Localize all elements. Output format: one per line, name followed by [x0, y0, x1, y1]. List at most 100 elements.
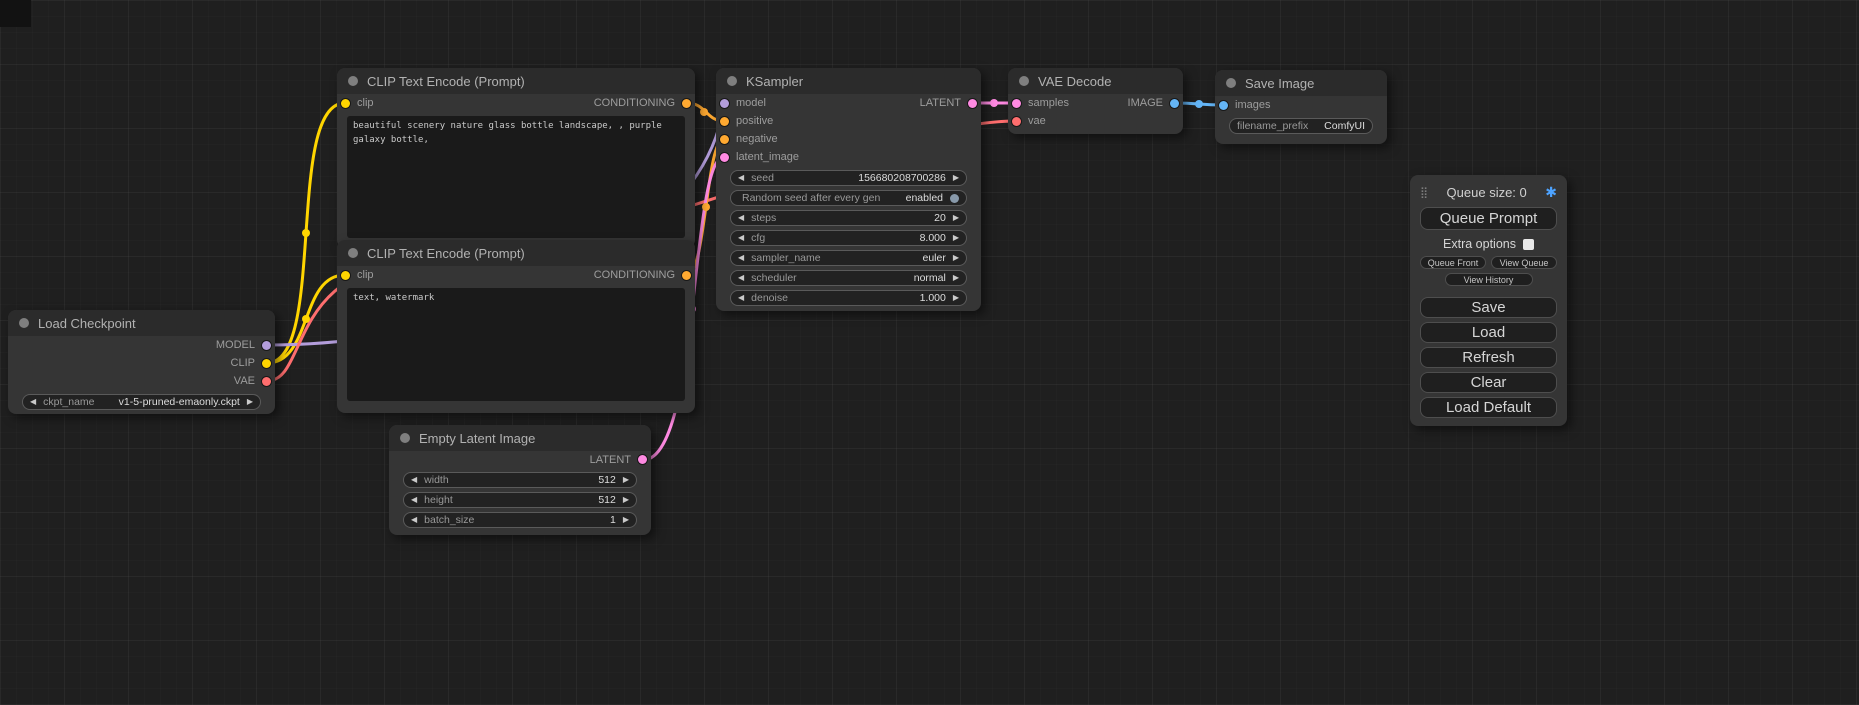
node-titlebar[interactable]: Save Image	[1215, 70, 1387, 96]
decrement-arrow-icon[interactable]: ◀	[411, 476, 417, 484]
decrement-arrow-icon[interactable]: ◀	[738, 234, 744, 242]
decrement-arrow-icon[interactable]: ◀	[738, 174, 744, 182]
collapse-dot-icon[interactable]	[348, 248, 358, 258]
decrement-arrow-icon[interactable]: ◀	[411, 516, 417, 524]
decrement-arrow-icon[interactable]: ◀	[738, 274, 744, 282]
increment-arrow-icon[interactable]: ▶	[623, 496, 629, 504]
negative-input-port[interactable]	[720, 135, 729, 144]
image-output-port[interactable]	[1170, 99, 1179, 108]
negative-prompt-textarea[interactable]: text, watermark	[347, 288, 685, 401]
node-ksampler[interactable]: KSampler model LATENT positive	[716, 68, 981, 311]
ckpt-name-widget[interactable]: ◀ ckpt_name v1-5-pruned-emaonly.ckpt ▶	[22, 394, 261, 410]
increment-arrow-icon[interactable]: ▶	[623, 476, 629, 484]
width-widget[interactable]: ◀ width 512 ▶	[403, 472, 637, 488]
positive-prompt-textarea[interactable]: beautiful scenery nature glass bottle la…	[347, 116, 685, 238]
extra-options-label: Extra options	[1443, 237, 1516, 251]
node-load-checkpoint[interactable]: Load Checkpoint MODEL CLIP VAE	[8, 310, 275, 414]
height-widget[interactable]: ◀ height 512 ▶	[403, 492, 637, 508]
output-label-latent: LATENT	[920, 97, 961, 109]
decrement-arrow-icon[interactable]: ◀	[411, 496, 417, 504]
model-input-port[interactable]	[720, 99, 729, 108]
decrement-arrow-icon[interactable]: ◀	[738, 294, 744, 302]
queue-prompt-button[interactable]: Queue Prompt	[1420, 207, 1557, 230]
node-clip-text-encode-positive[interactable]: CLIP Text Encode (Prompt) clip CONDITION…	[337, 68, 695, 248]
cfg-widget[interactable]: ◀ cfg 8.000 ▶	[730, 230, 967, 246]
view-queue-button[interactable]: View Queue	[1491, 256, 1557, 269]
collapse-dot-icon[interactable]	[19, 318, 29, 328]
positive-input-port[interactable]	[720, 117, 729, 126]
model-output-port[interactable]	[262, 341, 271, 350]
comfy-menu-panel[interactable]: ⣿ Queue size: 0 ✱ Queue Prompt Extra opt…	[1410, 175, 1567, 426]
conditioning-output-port[interactable]	[682, 99, 691, 108]
node-titlebar[interactable]: Load Checkpoint	[8, 310, 275, 336]
output-label-model: MODEL	[216, 339, 255, 351]
queue-size-label: Queue size: 0	[1428, 185, 1545, 200]
sampler-name-widget[interactable]: ◀ sampler_name euler ▶	[730, 250, 967, 266]
node-title: KSampler	[746, 74, 803, 89]
decrement-arrow-icon[interactable]: ◀	[30, 398, 36, 406]
node-titlebar[interactable]: VAE Decode	[1008, 68, 1183, 94]
output-label-conditioning: CONDITIONING	[594, 269, 675, 281]
latent-output-port[interactable]	[968, 99, 977, 108]
node-clip-text-encode-negative[interactable]: CLIP Text Encode (Prompt) clip CONDITION…	[337, 240, 695, 413]
clip-output-port[interactable]	[262, 359, 271, 368]
collapse-dot-icon[interactable]	[348, 76, 358, 86]
node-empty-latent-image[interactable]: Empty Latent Image LATENT ◀ width 512 ▶ …	[389, 425, 651, 535]
collapse-dot-icon[interactable]	[727, 76, 737, 86]
output-label-latent: LATENT	[590, 454, 631, 466]
node-titlebar[interactable]: CLIP Text Encode (Prompt)	[337, 240, 695, 266]
node-title: CLIP Text Encode (Prompt)	[367, 246, 525, 261]
latent-output-port[interactable]	[638, 455, 647, 464]
input-label-negative: negative	[736, 133, 778, 145]
increment-arrow-icon[interactable]: ▶	[623, 516, 629, 524]
settings-gear-icon[interactable]: ✱	[1545, 184, 1557, 201]
node-titlebar[interactable]: CLIP Text Encode (Prompt)	[337, 68, 695, 94]
vae-output-port[interactable]	[262, 377, 271, 386]
increment-arrow-icon[interactable]: ▶	[953, 234, 959, 242]
clip-input-port[interactable]	[341, 99, 350, 108]
node-save-image[interactable]: Save Image images filename_prefix ComfyU…	[1215, 70, 1387, 144]
images-input-port[interactable]	[1219, 101, 1228, 110]
node-vae-decode[interactable]: VAE Decode samples IMAGE vae	[1008, 68, 1183, 134]
save-button[interactable]: Save	[1420, 297, 1557, 318]
clip-input-port[interactable]	[341, 271, 350, 280]
output-label-clip: CLIP	[231, 357, 255, 369]
denoise-widget[interactable]: ◀ denoise 1.000 ▶	[730, 290, 967, 306]
increment-arrow-icon[interactable]: ▶	[953, 254, 959, 262]
collapse-dot-icon[interactable]	[1226, 78, 1236, 88]
seed-widget[interactable]: ◀ seed 156680208700286 ▶	[730, 170, 967, 186]
vae-input-port[interactable]	[1012, 117, 1021, 126]
node-title: Empty Latent Image	[419, 431, 535, 446]
load-button[interactable]: Load	[1420, 322, 1557, 343]
increment-arrow-icon[interactable]: ▶	[953, 274, 959, 282]
decrement-arrow-icon[interactable]: ◀	[738, 254, 744, 262]
extra-options-checkbox[interactable]	[1523, 239, 1534, 250]
increment-arrow-icon[interactable]: ▶	[247, 398, 253, 406]
increment-arrow-icon[interactable]: ▶	[953, 294, 959, 302]
refresh-button[interactable]: Refresh	[1420, 347, 1557, 368]
random-seed-toggle[interactable]: Random seed after every gen enabled	[730, 190, 967, 206]
node-title: VAE Decode	[1038, 74, 1111, 89]
collapse-dot-icon[interactable]	[400, 433, 410, 443]
node-titlebar[interactable]: KSampler	[716, 68, 981, 94]
scheduler-widget[interactable]: ◀ scheduler normal ▶	[730, 270, 967, 286]
samples-input-port[interactable]	[1012, 99, 1021, 108]
load-default-button[interactable]: Load Default	[1420, 397, 1557, 418]
increment-arrow-icon[interactable]: ▶	[953, 174, 959, 182]
collapse-dot-icon[interactable]	[1019, 76, 1029, 86]
filename-prefix-widget[interactable]: filename_prefix ComfyUI	[1229, 118, 1373, 134]
queue-front-button[interactable]: Queue Front	[1420, 256, 1486, 269]
input-label-model: model	[736, 97, 766, 109]
latent-image-input-port[interactable]	[720, 153, 729, 162]
batch-size-widget[interactable]: ◀ batch_size 1 ▶	[403, 512, 637, 528]
drag-handle-icon[interactable]: ⣿	[1420, 186, 1428, 199]
decrement-arrow-icon[interactable]: ◀	[738, 214, 744, 222]
view-history-button[interactable]: View History	[1445, 273, 1533, 286]
conditioning-output-port[interactable]	[682, 271, 691, 280]
toggle-dot-icon[interactable]	[950, 194, 959, 203]
output-label-image: IMAGE	[1128, 97, 1163, 109]
increment-arrow-icon[interactable]: ▶	[953, 214, 959, 222]
steps-widget[interactable]: ◀ steps 20 ▶	[730, 210, 967, 226]
clear-button[interactable]: Clear	[1420, 372, 1557, 393]
node-titlebar[interactable]: Empty Latent Image	[389, 425, 651, 451]
